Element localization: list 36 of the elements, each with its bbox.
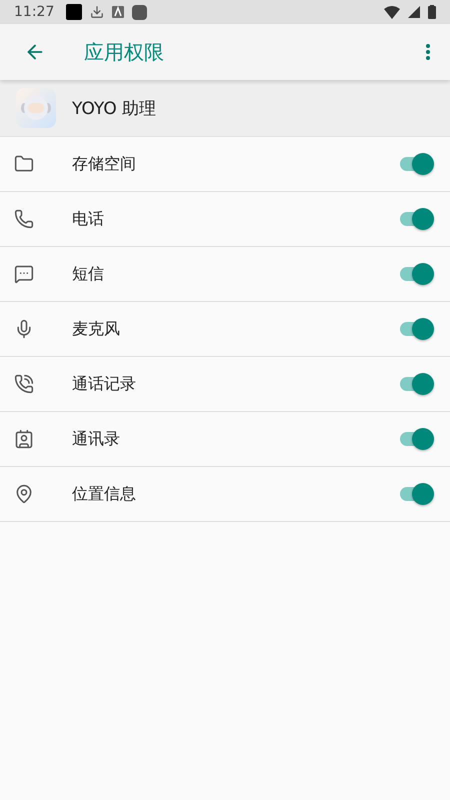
permission-label: 短信 (72, 264, 105, 284)
download-icon (90, 5, 104, 19)
permission-row[interactable]: 位置信息 (0, 467, 450, 522)
more-vertical-icon (426, 44, 430, 60)
permission-label: 存储空间 (72, 154, 137, 174)
permission-row[interactable]: 电话 (0, 192, 450, 247)
contact-card-icon (14, 429, 34, 449)
toggle-switch[interactable] (398, 482, 434, 506)
permission-label: 通话记录 (72, 374, 137, 394)
app-icon (16, 88, 56, 128)
toggle-switch[interactable] (398, 152, 434, 176)
status-time: 11:27 (14, 4, 54, 20)
toggle-switch[interactable] (398, 427, 434, 451)
permission-label: 通讯录 (72, 428, 121, 450)
toggle-switch[interactable] (398, 262, 434, 286)
wifi-icon (384, 6, 400, 18)
permission-label: 电话 (72, 208, 105, 230)
battery-icon (428, 5, 436, 19)
page-title: 应用权限 (84, 38, 165, 66)
permission-row[interactable]: 麦克风 (0, 302, 450, 357)
permission-label: 位置信息 (72, 484, 137, 504)
toggle-switch[interactable] (398, 372, 434, 396)
phone-call-icon (14, 374, 34, 394)
permission-row[interactable]: 通话记录 (0, 357, 450, 412)
signal-icon (408, 6, 420, 18)
location-pin-icon (14, 484, 34, 504)
permission-row[interactable]: 短信 (0, 247, 450, 302)
folder-icon (14, 154, 34, 174)
permission-label: 麦克风 (72, 318, 121, 340)
phone-icon (14, 209, 34, 229)
app-name: YOYO 助理 (72, 98, 156, 120)
toggle-switch[interactable] (398, 317, 434, 341)
permission-row[interactable]: 存储空间 (0, 137, 450, 192)
toggle-switch[interactable] (398, 207, 434, 231)
chat-icon (14, 264, 34, 284)
permission-row[interactable]: 通讯录 (0, 412, 450, 467)
